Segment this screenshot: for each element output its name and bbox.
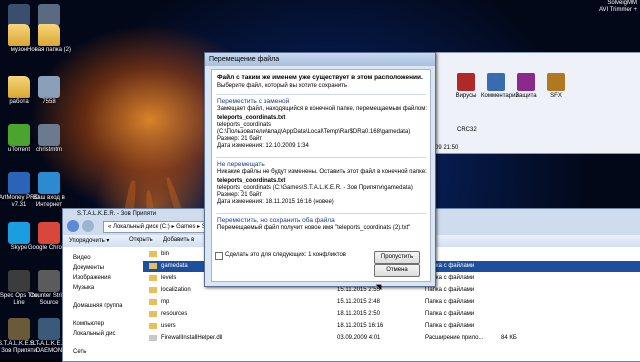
apply-to-all-label: Сделать это для следующих: 1 конфликтов	[225, 252, 346, 258]
file-date: 03.09.2009 4:01	[337, 335, 381, 341]
nav-item-local-disk[interactable]: Локальный дис	[73, 331, 116, 337]
archiver-toolbar: Вирусы Комментарий Защита SFX	[451, 73, 571, 113]
file-type: Папка с файлами	[425, 311, 475, 317]
nav-item-music[interactable]: Музыка	[73, 285, 94, 291]
option-replace-title[interactable]: Переместить с заменой	[217, 98, 427, 105]
folder-icon	[149, 275, 157, 281]
virus-scan-button[interactable]: Вирусы	[451, 73, 481, 113]
comment-icon	[487, 73, 505, 91]
option-skip-title[interactable]: Не перемещать	[217, 161, 427, 168]
folder-icon	[149, 299, 157, 305]
open-button[interactable]: Открыть	[129, 237, 153, 243]
file-type: Расширение прило...	[425, 335, 484, 341]
protect-label: Защита	[515, 93, 537, 99]
apply-to-all-checkbox[interactable]	[215, 252, 223, 260]
desktop-icon-label: Новая папка (2)	[27, 47, 71, 53]
desktop-icon-solveig-label: SolveigMM AVI Trimmer +	[598, 0, 637, 13]
option-replace-desc: Замещает файл, находящийся в конечной па…	[217, 106, 428, 112]
desktop-icon[interactable]: chrlstmtm	[24, 124, 74, 154]
virus-icon	[457, 73, 475, 91]
protect-icon	[517, 73, 535, 91]
file-row[interactable]: users 18.11.2015 16:16 Папка с файлами	[143, 321, 640, 332]
sfx-label: SFX	[550, 93, 562, 99]
dialog-header: Файл с таким же именем уже существует в …	[217, 74, 423, 81]
folder-icon	[149, 263, 157, 269]
file-row[interactable]: FirewallInstallHelper.dll 03.09.2009 4:01…	[143, 333, 640, 344]
forward-arrow-icon[interactable]	[82, 220, 94, 232]
app-icon	[38, 172, 60, 194]
option-replace-name: teleports_coordinats	[217, 122, 272, 128]
desktop-icon[interactable]: Новая папка (2)	[24, 24, 74, 54]
app-icon	[38, 124, 60, 146]
virus-scan-label: Вирусы	[455, 93, 477, 99]
file-name: mp	[161, 299, 170, 305]
back-arrow-icon[interactable]	[67, 220, 79, 232]
option-skip-path: teleports_coordinats (C:\Games\S.T.A.L.K…	[217, 185, 413, 191]
desktop-icon-label: chrlstmtm	[36, 147, 62, 153]
dialog-title: Перемещение файла	[205, 53, 435, 66]
app-icon	[38, 222, 60, 244]
dialog-subheader: Выберите файл, который вы хотите сохрани…	[217, 83, 348, 89]
separator	[216, 213, 426, 214]
file-type: Папка с файлами	[425, 299, 475, 305]
option-keep-both-desc: Перемещаемый файл получит новое имя "tel…	[217, 225, 411, 231]
file-date: 15.11.2015 2:48	[337, 299, 380, 305]
file-row[interactable]: resources 18.11.2015 2:50 Папка с файлами	[143, 309, 640, 320]
file-type: Папка с файлами	[425, 323, 475, 329]
folder-icon	[149, 311, 157, 317]
nav-item-documents[interactable]: Документы	[73, 265, 104, 271]
file-name: resources	[161, 311, 188, 317]
comment-button[interactable]: Комментарий	[481, 73, 519, 113]
nav-item-images[interactable]: Изображения	[73, 275, 111, 281]
option-replace-path: (C:\Пользователи\влад\AppData\Local\Temp…	[217, 129, 411, 135]
option-replace-date: Дата изменения: 12.10.2009 1:34	[217, 143, 309, 149]
file-name: users	[161, 323, 176, 329]
folder-icon	[149, 323, 157, 329]
folder-icon	[149, 287, 157, 293]
app-icon	[38, 76, 60, 98]
nav-item-network[interactable]: Сеть	[73, 349, 86, 355]
option-replace-file: teleports_coordinats.txt	[217, 115, 286, 121]
organize-button[interactable]: Упорядочить ▾	[69, 237, 109, 244]
option-skip-desc: Никакие файлы не будут изменены. Оставит…	[217, 169, 427, 175]
sfx-icon	[547, 73, 565, 91]
file-date: 18.11.2015 2:50	[337, 311, 380, 317]
app-icon	[38, 318, 60, 340]
option-skip-size: Размер: 21 байт	[217, 192, 263, 198]
add-to-button[interactable]: Добавить в	[163, 237, 194, 243]
desktop-icon[interactable]: Ваш вход в Интернет	[24, 172, 74, 209]
file-icon	[149, 335, 157, 341]
separator	[216, 94, 426, 95]
sfx-button[interactable]: SFX	[541, 73, 571, 113]
app-icon	[38, 270, 60, 292]
file-row[interactable]: mp 15.11.2015 2:48 Папка с файлами	[143, 297, 640, 308]
navigation-pane: Видео Документы Изображения Музыка Домаш…	[63, 247, 143, 361]
folder-icon	[149, 251, 157, 257]
file-name: gamedata	[161, 263, 188, 269]
file-date: 18.11.2015 16:16	[337, 323, 384, 329]
nav-item-video[interactable]: Видео	[73, 255, 91, 261]
protect-button[interactable]: Защита	[511, 73, 541, 113]
desktop-icon[interactable]: 7558	[24, 76, 74, 106]
file-name: FirewallInstallHelper.dll	[161, 335, 223, 341]
desktop-icon-label: Ваш вход в Интернет	[33, 195, 65, 208]
option-skip-date: Дата изменения: 18.11.2015 16:16 (новее)	[217, 199, 334, 205]
app-icon	[38, 4, 60, 26]
desktop-icon-label: 7558	[42, 99, 56, 105]
file-size: 84 КБ	[501, 335, 517, 341]
nav-item-computer[interactable]: Компьютер	[73, 321, 104, 327]
separator	[216, 157, 426, 158]
option-replace-size: Размер: 21 байт	[217, 136, 263, 142]
file-name: localization	[161, 287, 191, 293]
cancel-button[interactable]: Отмена	[374, 264, 420, 277]
file-name: bin	[161, 251, 170, 257]
file-name: levels	[161, 275, 177, 281]
crc-column-header[interactable]: CRC32	[457, 127, 477, 133]
nav-item-homegroup[interactable]: Домашняя группа	[73, 303, 123, 309]
option-keep-both-title[interactable]: Переместить, но сохранить оба файла	[217, 217, 427, 224]
app-icon	[38, 24, 60, 46]
skip-button[interactable]: Пропустить	[374, 251, 420, 264]
option-skip-file: teleports_coordinats.txt	[217, 178, 286, 184]
archive-row-time: 09 21:50	[435, 145, 459, 151]
